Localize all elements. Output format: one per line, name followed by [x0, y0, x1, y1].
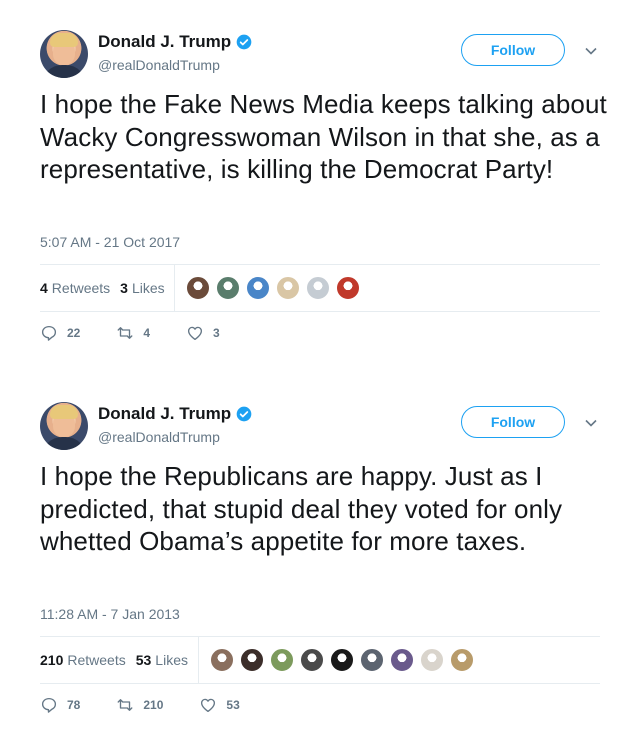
liker-avatars — [186, 276, 366, 300]
chevron-down-icon[interactable] — [584, 416, 598, 430]
chevron-down-icon[interactable] — [584, 44, 598, 58]
reply-button[interactable]: 22 — [40, 324, 80, 342]
liker-avatar[interactable] — [360, 648, 384, 672]
liker-avatar[interactable] — [390, 648, 414, 672]
likes-count[interactable]: 3 — [120, 280, 128, 296]
liker-avatar[interactable] — [270, 648, 294, 672]
tweet-stats: 4 Retweets 3 Likes — [40, 264, 165, 312]
avatar[interactable] — [40, 402, 88, 450]
divider — [40, 311, 600, 312]
liker-avatar[interactable] — [210, 648, 234, 672]
liker-avatar[interactable] — [216, 276, 240, 300]
verified-badge-icon — [236, 406, 252, 422]
retweet-button[interactable]: 210 — [116, 696, 163, 714]
tweet-text: I hope the Republicans are happy. Just a… — [40, 461, 563, 556]
liker-avatar[interactable] — [450, 648, 474, 672]
retweets-label[interactable]: Retweets — [52, 280, 110, 296]
tweet-2: Donald J. Trump @realDonaldTrump Follow … — [0, 402, 638, 742]
liker-avatar[interactable] — [246, 276, 270, 300]
avatar[interactable] — [40, 30, 88, 78]
likes-count[interactable]: 53 — [136, 652, 152, 668]
tweet-actions: 78 210 53 — [40, 696, 276, 714]
tweet-timestamp[interactable]: 5:07 AM - 21 Oct 2017 — [40, 234, 180, 250]
tweet-1: Donald J. Trump @realDonaldTrump Follow … — [0, 30, 638, 360]
liker-avatars — [210, 648, 480, 672]
retweet-button[interactable]: 4 — [116, 324, 150, 342]
liker-avatar[interactable] — [336, 276, 360, 300]
verified-badge-icon — [236, 34, 252, 50]
author-name[interactable]: Donald J. Trump — [98, 32, 231, 52]
liker-avatar[interactable] — [420, 648, 444, 672]
author-handle[interactable]: @realDonaldTrump — [98, 429, 220, 445]
retweets-label[interactable]: Retweets — [67, 652, 125, 668]
reply-button[interactable]: 78 — [40, 696, 80, 714]
liker-avatar[interactable] — [276, 276, 300, 300]
tweet-text: I hope the Fake News Media keeps talking… — [40, 89, 607, 184]
like-button[interactable]: 3 — [186, 324, 220, 342]
author-name-row: Donald J. Trump — [98, 32, 252, 52]
author-name[interactable]: Donald J. Trump — [98, 404, 231, 424]
liker-avatar[interactable] — [186, 276, 210, 300]
author-handle[interactable]: @realDonaldTrump — [98, 57, 220, 73]
retweet-count: 210 — [143, 698, 164, 712]
liker-avatar[interactable] — [240, 648, 264, 672]
like-count: 53 — [226, 698, 240, 712]
follow-button[interactable]: Follow — [461, 34, 565, 66]
reply-icon — [41, 325, 57, 341]
divider — [40, 683, 600, 684]
tweet-timestamp[interactable]: 11:28 AM - 7 Jan 2013 — [40, 606, 180, 622]
stats-separator — [174, 265, 175, 311]
liker-avatar[interactable] — [330, 648, 354, 672]
reply-icon — [41, 697, 57, 713]
like-count: 3 — [213, 326, 220, 340]
liker-avatar[interactable] — [306, 276, 330, 300]
retweets-count[interactable]: 210 — [40, 652, 63, 668]
like-button[interactable]: 53 — [199, 696, 240, 714]
reply-count: 78 — [67, 698, 81, 712]
tweet-stats: 210 Retweets 53 Likes — [40, 636, 188, 684]
heart-icon — [187, 326, 203, 341]
liker-avatar[interactable] — [300, 648, 324, 672]
retweet-icon — [117, 327, 133, 339]
likes-label[interactable]: Likes — [155, 652, 188, 668]
likes-label[interactable]: Likes — [132, 280, 165, 296]
retweet-count: 4 — [143, 326, 151, 340]
heart-icon — [201, 698, 216, 713]
author-name-row: Donald J. Trump — [98, 404, 252, 424]
stats-separator — [198, 637, 199, 683]
retweet-icon — [117, 699, 133, 711]
follow-button[interactable]: Follow — [461, 406, 565, 438]
reply-count: 22 — [67, 326, 81, 340]
tweet-actions: 22 4 3 — [40, 324, 256, 342]
retweets-count[interactable]: 4 — [40, 280, 48, 296]
